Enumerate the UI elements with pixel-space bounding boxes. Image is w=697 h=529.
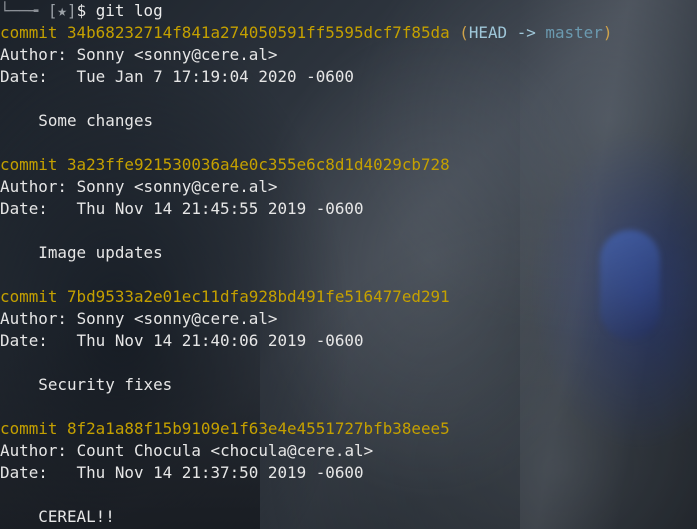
ref-open-paren: ( <box>459 23 469 42</box>
terminal-output[interactable]: └──╼ [★]$ git log commit 34b68232714f841… <box>0 0 697 529</box>
commit-keyword: commit <box>0 155 58 174</box>
branch-ref: master <box>545 23 603 42</box>
commit-message-line: Security fixes <box>0 374 697 396</box>
commit-message: Image updates <box>38 243 163 262</box>
ref-close-paren: ) <box>602 23 613 42</box>
commit-date-line: Date: Thu Nov 14 21:45:55 2019 -0600 <box>0 198 697 220</box>
commit-message-line: CEREAL!! <box>0 506 697 528</box>
commit-message-line: Some changes <box>0 110 697 132</box>
commit-keyword: commit <box>0 23 58 42</box>
prompt-corner: └──╼ <box>0 1 39 20</box>
author-label: Author: <box>0 45 67 64</box>
commit-hash[interactable]: 3a23ffe921530036a4e0c355e6c8d1d4029cb728 <box>67 155 450 174</box>
commit-date-line: Date: Tue Jan 7 17:19:04 2020 -0600 <box>0 66 697 88</box>
author-label: Author: <box>0 177 67 196</box>
ref-arrow: -> <box>516 23 536 42</box>
commit-hash[interactable]: 8f2a1a88f15b9109e1f63e4e4551727bfb38eee5 <box>67 419 450 438</box>
commit-hash[interactable]: 34b68232714f841a274050591ff5595dcf7f85da <box>67 23 450 42</box>
commit-date: Tue Jan 7 17:19:04 2020 -0600 <box>76 67 354 86</box>
commit-author: Count Chocula <chocula@cere.al> <box>76 441 374 460</box>
commit-author: Sonny <sonny@cere.al> <box>76 309 278 328</box>
commit-keyword: commit <box>0 419 58 438</box>
commit-date: Thu Nov 14 21:45:55 2019 -0600 <box>76 199 364 218</box>
date-label: Date: <box>0 67 48 86</box>
commit-keyword: commit <box>0 287 58 306</box>
typed-command: git log <box>95 1 163 20</box>
commit-hash[interactable]: 7bd9533a2e01ec11dfa928bd491fe516477ed291 <box>67 287 450 306</box>
commit-author-line: Author: Sonny <sonny@cere.al> <box>0 176 697 198</box>
head-ref: HEAD <box>468 23 508 42</box>
commit-author-line: Author: Count Chocula <chocula@cere.al> <box>0 440 697 462</box>
commit-date-line: Date: Thu Nov 14 21:40:06 2019 -0600 <box>0 330 697 352</box>
commit-date: Thu Nov 14 21:37:50 2019 -0600 <box>76 463 364 482</box>
commit-date-line: Date: Thu Nov 14 21:37:50 2019 -0600 <box>0 462 697 484</box>
commit-hash-line: commit 3a23ffe921530036a4e0c355e6c8d1d40… <box>0 154 697 176</box>
date-label: Date: <box>0 199 48 218</box>
commit-message-line: Image updates <box>0 242 697 264</box>
commit-hash-line: commit 34b68232714f841a274050591ff5595dc… <box>0 22 697 44</box>
prompt-user-box: [★] <box>47 1 77 20</box>
shell-prompt-line: └──╼ [★]$ git log <box>0 0 697 22</box>
author-label: Author: <box>0 309 67 328</box>
commit-author: Sonny <sonny@cere.al> <box>76 177 278 196</box>
commit-date: Thu Nov 14 21:40:06 2019 -0600 <box>76 331 364 350</box>
date-label: Date: <box>0 463 48 482</box>
commit-message: Security fixes <box>38 375 173 394</box>
commit-author-line: Author: Sonny <sonny@cere.al> <box>0 308 697 330</box>
date-label: Date: <box>0 331 48 350</box>
commit-author: Sonny <sonny@cere.al> <box>76 45 278 64</box>
author-label: Author: <box>0 441 67 460</box>
commit-message: Some changes <box>38 111 154 130</box>
commit-author-line: Author: Sonny <sonny@cere.al> <box>0 44 697 66</box>
commit-hash-line: commit 8f2a1a88f15b9109e1f63e4e4551727bf… <box>0 418 697 440</box>
commit-message: CEREAL!! <box>38 507 115 526</box>
commit-hash-line: commit 7bd9533a2e01ec11dfa928bd491fe5164… <box>0 286 697 308</box>
prompt-symbol: $ <box>76 1 87 20</box>
